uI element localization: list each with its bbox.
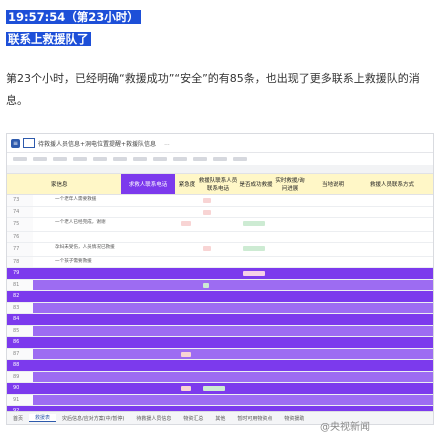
article-paragraph: 第23个小时，已经明确“救援成功”“安全”的有85条，也出现了更多联系上救援队的… (6, 72, 420, 107)
header-cell-team-contact: 救援队联系人员联系电话 (198, 178, 238, 192)
status-tag (181, 386, 191, 391)
status-tag (243, 246, 265, 251)
status-tag (181, 351, 191, 357)
table-row[interactable]: 81 (7, 279, 433, 291)
status-tag (203, 386, 225, 391)
tab-supply-points[interactable]: 暂时可用物资点 (231, 415, 278, 422)
row-number: 77 (7, 243, 33, 256)
table-row[interactable]: 84 (7, 314, 433, 326)
toolbar-font-icon[interactable] (73, 157, 87, 161)
table-row[interactable]: 83 (7, 302, 433, 314)
row-number: 89 (7, 371, 33, 382)
menu-icon[interactable]: ≡ (11, 138, 20, 148)
toolbar-undo-icon[interactable] (13, 157, 27, 161)
row-number: 91 (7, 394, 33, 405)
header-cell-urgency: 紧急度 (178, 182, 196, 188)
row-number: 87 (7, 348, 33, 359)
row-number: 79 (13, 270, 20, 277)
column-letters-header (7, 165, 433, 174)
row-number: 78 (7, 256, 33, 267)
status-tag (181, 221, 191, 226)
header-cell-rownum (7, 174, 33, 194)
tab-other[interactable]: 其他 (209, 415, 231, 422)
tab-supplies[interactable]: 物资汇总 (177, 415, 209, 422)
header-cell-rescued: 是否成功救援 (239, 182, 273, 188)
table-row[interactable]: 85 (7, 325, 433, 337)
header-cell-team-phone: 救援人员联系方式 (369, 182, 414, 188)
table-row[interactable]: 78 一个孩子需要救援 (7, 256, 433, 268)
status-tag (243, 271, 265, 276)
row-number: 88 (13, 362, 20, 369)
table-row[interactable]: 91 (7, 394, 433, 406)
row-text: 孕妇未受伤，人员情况已救援 (55, 245, 115, 250)
toolbar-bold-icon[interactable] (93, 157, 107, 161)
header-cell-phone: 求救人联系电话 (121, 174, 175, 194)
toolbar-redo-icon[interactable] (33, 157, 47, 161)
status-tag (203, 246, 211, 251)
watermark: @央视新闻 (320, 422, 370, 433)
row-number: 76 (7, 231, 33, 242)
sheet-title-hint: ... (164, 139, 170, 147)
table-row[interactable]: 86 (7, 337, 433, 349)
row-number: 85 (7, 325, 33, 336)
row-number: 73 (7, 195, 33, 206)
sheet-title: 待救援人员信息+洞电位置提醒+救援队信息 (38, 140, 157, 148)
toolbar-merge-icon[interactable] (153, 157, 167, 161)
row-number: 82 (13, 293, 20, 300)
row-text: 一个老年人需要救援 (55, 197, 97, 202)
header-cell-progress: 实时救援/询问进展 (275, 178, 305, 192)
toolbar-align-icon[interactable] (173, 157, 187, 161)
toolbar-more-icon[interactable] (233, 157, 247, 161)
tab-aid[interactable]: 物资援助 (278, 415, 310, 422)
row-number: 83 (7, 302, 33, 313)
header-cell-note: 当地说明 (321, 182, 344, 188)
status-tag (203, 209, 211, 215)
table-row[interactable]: 90 (7, 383, 433, 395)
toolbar-sort-icon[interactable] (213, 157, 227, 161)
table-row[interactable]: 79 (7, 268, 433, 280)
table-row[interactable]: 89 (7, 371, 433, 383)
tab-waiting[interactable]: 待救援人员信息 (130, 415, 177, 422)
row-number: 74 (7, 206, 33, 217)
table-row[interactable]: 74 (7, 206, 433, 218)
toolbar-border-icon[interactable] (133, 157, 147, 161)
sheet-title-bar: ≡ 待救援人员信息+洞电位置提醒+救援队信息 ... (7, 134, 433, 153)
document-icon (23, 138, 35, 148)
row-text: 一个老人已经完成，谢谢 (55, 220, 106, 225)
table-row[interactable]: 75 一个老人已经完成，谢谢 (7, 218, 433, 232)
table-row[interactable]: 87 (7, 348, 433, 360)
row-number: 86 (13, 339, 20, 346)
header-cell-info: 家信息 (51, 182, 68, 188)
toolbar-format-icon[interactable] (53, 157, 67, 161)
tab-home[interactable]: 首页 (7, 415, 29, 422)
tab-plan[interactable]: 灾后信息/应对方案(中/暂停) (56, 415, 130, 422)
status-tag (203, 282, 209, 288)
headline-label: 联系上救援队了 (6, 32, 91, 46)
toolbar-color-icon[interactable] (113, 157, 127, 161)
table-header-row: 家信息 求救人联系电话 紧急度 救援队联系人员联系电话 是否成功救援 实时救援/… (7, 174, 433, 195)
table-row[interactable]: 77 孕妇未受伤，人员情况已救援 (7, 243, 433, 257)
spreadsheet-screenshot: ≡ 待救援人员信息+洞电位置提醒+救援队信息 ... 家信息 求救人联系电话 紧… (6, 133, 434, 425)
row-number: 75 (7, 218, 33, 231)
status-tag (203, 198, 211, 203)
toolbar-filter-icon[interactable] (193, 157, 207, 161)
timestamp-label: 19:57:54（第23小时） (6, 10, 141, 24)
status-tag (243, 221, 265, 226)
tab-rescue[interactable]: 救援表 (29, 414, 57, 422)
row-text: 一个孩子需要救援 (55, 258, 92, 264)
row-number: 84 (13, 316, 20, 323)
row-number: 90 (13, 385, 20, 392)
table-row[interactable]: 76 (7, 231, 433, 243)
table-body: 73 一个老年人需要救援 74 75 一个老人已经完成，谢谢 76 77 孕妇未受伤，… (7, 195, 433, 424)
table-row[interactable]: 73 一个老年人需要救援 (7, 195, 433, 207)
table-row[interactable]: 82 (7, 291, 433, 303)
table-row[interactable]: 88 (7, 360, 433, 372)
row-number: 81 (7, 279, 33, 290)
